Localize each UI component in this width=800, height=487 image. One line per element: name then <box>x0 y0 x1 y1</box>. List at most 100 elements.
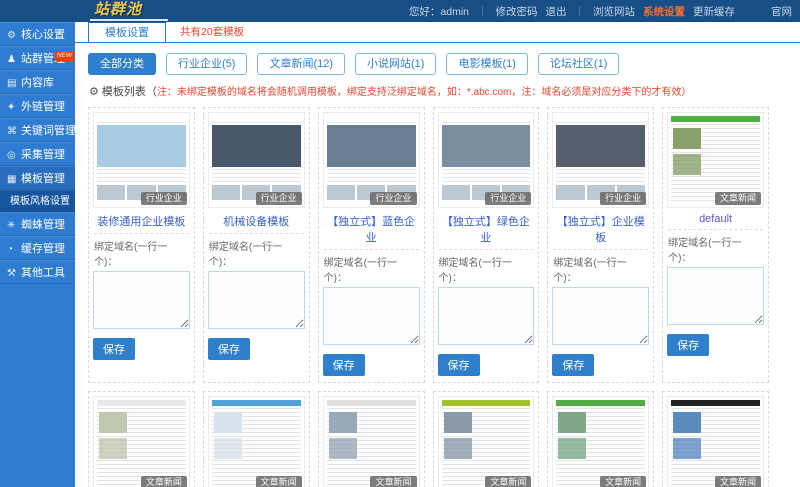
filter-button-2[interactable]: 文章新闻(12) <box>257 53 346 75</box>
domain-textarea[interactable] <box>207 271 305 329</box>
filter-button-4[interactable]: 电影模板(1) <box>446 53 528 75</box>
system-settings-link[interactable]: 系统设置 <box>643 4 685 19</box>
domain-textarea[interactable] <box>437 287 535 345</box>
template-thumbnail[interactable]: 行业企业 <box>437 112 535 208</box>
template-thumbnail[interactable]: 文章新闻 <box>667 396 764 487</box>
template-card: 行业企业 【独立式】企业模板 绑定域名(一行一个)： 保存 <box>547 107 655 383</box>
template-thumbnail[interactable]: 文章新闻 <box>437 396 535 487</box>
clock-icon: ◔ <box>7 244 14 255</box>
template-name-link[interactable]: default <box>667 213 764 225</box>
notice-prefix: 模板列表（ <box>101 86 157 98</box>
sidebar-item-other-tools[interactable]: ⚒ 其他工具 <box>0 260 75 284</box>
template-icon: ▦ <box>7 174 17 185</box>
template-thumbnail[interactable]: 行业企业 <box>207 112 305 208</box>
separator: ｜ <box>477 5 488 18</box>
sidebar-item-template-manage[interactable]: ▦ 模板管理 <box>0 166 75 190</box>
filter-button-1[interactable]: 行业企业(5) <box>166 53 248 75</box>
sidebar-item-label: 外链管理 <box>21 101 65 113</box>
change-password-link[interactable]: 修改密码 <box>496 4 538 19</box>
save-button[interactable]: 保存 <box>552 354 595 376</box>
template-name-link[interactable]: 装修通用企业模板 <box>93 213 190 229</box>
template-card: 文章新闻 xbwseo06 绑定域名(一行一个)： 保存 <box>662 391 769 487</box>
divider <box>553 249 649 250</box>
template-thumbnail[interactable]: 文章新闻 <box>93 396 190 487</box>
template-card: 文章新闻 xbwseo05 绑定域名(一行一个)： 保存 <box>547 391 655 487</box>
separator: ｜ <box>574 5 586 18</box>
tab-template-settings[interactable]: 模板设置 <box>88 22 166 42</box>
official-site-link[interactable]: 官网 <box>771 4 792 19</box>
link-icon: ✦ <box>7 102 16 113</box>
save-button[interactable]: 保存 <box>93 338 135 360</box>
save-button[interactable]: 保存 <box>437 354 480 376</box>
bind-domain-label: 绑定域名(一行一个)： <box>553 258 627 284</box>
category-badge: 文章新闻 <box>370 476 417 487</box>
browse-site-link[interactable]: 浏览网站 <box>593 4 635 19</box>
sidebar-item-label: 其他工具 <box>21 267 65 279</box>
template-thumbnail[interactable]: 行业企业 <box>322 112 420 208</box>
refresh-cache-link[interactable]: 更新缓存 <box>693 4 735 19</box>
template-name-link[interactable]: 【独立式】绿色企业 <box>438 213 535 245</box>
filter-button-0[interactable]: 全部分类 <box>88 53 156 75</box>
sidebar-item-template-style-settings[interactable]: 模板风格设置 <box>0 190 75 212</box>
sidebar-item-label: 内容库 <box>21 77 54 89</box>
category-badge: 文章新闻 <box>255 476 302 487</box>
sidebar-item-keyword-manage[interactable]: ⌘ 关键词管理 <box>0 118 75 142</box>
sidebar-item-core-settings[interactable]: ⚙ 核心设置 <box>0 22 75 46</box>
save-button[interactable]: 保存 <box>207 338 250 360</box>
topbar-links: 您好：admin ｜ 修改密码 退出 ｜ 浏览网站 系统设置 更新缓存 官网 <box>409 0 792 22</box>
template-card: 行业企业 【独立式】绿色企业 绑定域名(一行一个)： 保存 <box>432 107 540 383</box>
category-badge: 行业企业 <box>255 192 302 205</box>
template-name-link[interactable]: 机械设备模板 <box>208 213 305 229</box>
sidebar-item-cache-manage[interactable]: ◔ 缓存管理 <box>0 236 75 260</box>
template-card: 行业企业 机械设备模板 绑定域名(一行一个)： 保存 <box>202 107 310 383</box>
category-badge: 行业企业 <box>370 192 417 205</box>
sidebar-item-content-library[interactable]: ▤ 内容库 <box>0 70 75 94</box>
sidebar: ⚙ 核心设置 ♟ 站群管理 NEW ▤ 内容库 ✦ 外链管理 ⌘ 关键词管理 ◎ 采集管理 ▦ 模板管理模板… <box>0 22 75 487</box>
sidebar-item-label: 关键词管理 <box>21 125 75 137</box>
bind-domain-label: 绑定域名(一行一个)： <box>668 238 742 264</box>
sidebar-item-collect-manage[interactable]: ◎ 采集管理 <box>0 142 75 166</box>
category-badge: 文章新闻 <box>485 476 532 487</box>
template-thumbnail[interactable]: 文章新闻 <box>207 396 305 487</box>
template-thumbnail[interactable]: 行业企业 <box>93 112 190 208</box>
logout-link[interactable]: 退出 <box>546 4 567 19</box>
filter-button-5[interactable]: 论坛社区(1) <box>537 53 620 75</box>
template-card: 文章新闻 xbwseo04 绑定域名(一行一个)： 保存 <box>432 391 540 487</box>
app-logo: 站群池 <box>90 1 169 21</box>
template-name-link[interactable]: 【独立式】企业模板 <box>552 213 649 245</box>
card-actions: 保存 <box>322 354 420 376</box>
keyword-icon: ⌘ <box>7 126 17 137</box>
sidebar-item-label: 模板管理 <box>21 173 65 185</box>
save-button[interactable]: 保存 <box>667 334 710 356</box>
tab-strip: 模板设置 共有20套模板 <box>75 22 800 43</box>
domain-textarea[interactable] <box>322 287 420 345</box>
tools-icon: ⚒ <box>7 268 16 279</box>
sidebar-item-sitegroup-manage[interactable]: ♟ 站群管理 NEW <box>0 46 75 70</box>
template-name-link[interactable]: 【独立式】蓝色企业 <box>323 213 420 245</box>
bind-domain-label: 绑定域名(一行一个)： <box>438 258 512 284</box>
domain-textarea[interactable] <box>552 287 650 345</box>
domain-textarea[interactable] <box>93 271 190 329</box>
template-card: 文章新闻 xbwseo03 绑定域名(一行一个)： 保存 <box>317 391 425 487</box>
divider <box>208 233 304 234</box>
domain-textarea[interactable] <box>667 267 764 325</box>
category-badge: 行业企业 <box>600 192 647 205</box>
save-button[interactable]: 保存 <box>322 354 365 376</box>
category-badge: 文章新闻 <box>600 476 647 487</box>
sidebar-item-label: 模板风格设置 <box>10 196 70 207</box>
card-actions: 保存 <box>93 338 190 360</box>
template-thumbnail[interactable]: 文章新闻 <box>322 396 420 487</box>
template-card: 文章新闻 xbwseo02 绑定域名(一行一个)： 保存 <box>202 391 310 487</box>
category-filters: 全部分类 行业企业(5) 文章新闻(12) 小说网站(1) 电影模板(1) 论坛社区(1) <box>88 53 787 75</box>
users-icon: ♟ <box>7 54 16 65</box>
template-thumbnail[interactable]: 行业企业 <box>552 112 650 208</box>
filter-button-3[interactable]: 小说网站(1) <box>355 53 437 75</box>
sidebar-item-outlink-manage[interactable]: ✦ 外链管理 <box>0 94 75 118</box>
category-badge: 文章新闻 <box>140 476 187 487</box>
divider <box>668 229 763 230</box>
category-badge: 文章新闻 <box>714 192 761 205</box>
sidebar-item-spider-manage[interactable]: ✳ 蜘蛛管理 <box>0 212 75 236</box>
template-thumbnail[interactable]: 文章新闻 <box>552 396 650 487</box>
divider <box>438 249 534 250</box>
template-thumbnail[interactable]: 文章新闻 <box>667 112 764 208</box>
